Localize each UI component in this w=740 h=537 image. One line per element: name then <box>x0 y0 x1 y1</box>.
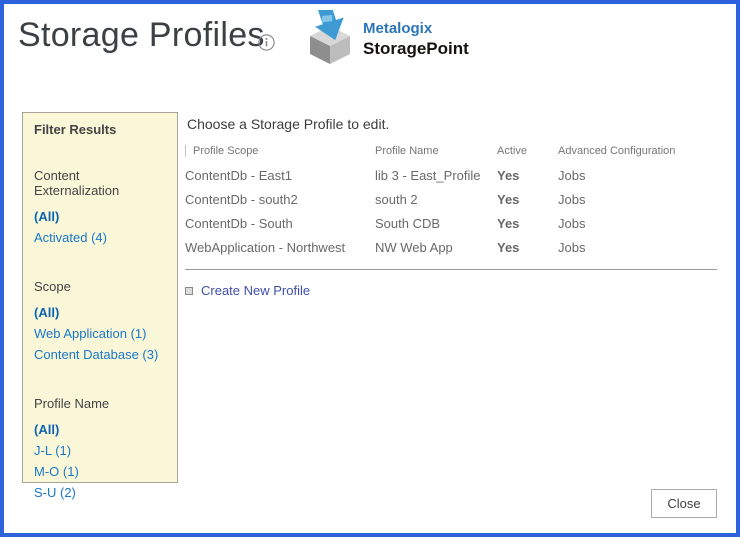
page-title: Storage Profiles <box>18 16 265 55</box>
column-header-profile-name: Profile Name <box>375 143 497 164</box>
filter-item-content-database[interactable]: Content Database (3) <box>34 344 166 365</box>
cell-profile-name[interactable]: South CDB <box>375 212 497 236</box>
cell-profile-scope[interactable]: WebApplication - Northwest <box>185 236 375 260</box>
filter-item-all[interactable]: (All) <box>34 302 166 323</box>
column-header-profile-scope: Profile Scope <box>185 143 375 164</box>
table-row[interactable]: ContentDb - south2 south 2 Yes Jobs <box>185 188 717 212</box>
cell-active: Yes <box>497 188 558 212</box>
instruction-text: Choose a Storage Profile to edit. <box>187 116 717 132</box>
info-icon[interactable] <box>258 34 275 51</box>
filter-item-web-application[interactable]: Web Application (1) <box>34 323 166 344</box>
storagepoint-logo: Metalogix StoragePoint <box>306 10 469 69</box>
filter-item-activated[interactable]: Activated (4) <box>34 227 166 248</box>
table-bottom-rule <box>185 269 717 270</box>
brand-name: Metalogix <box>363 20 469 39</box>
brand-product: StoragePoint <box>363 38 469 59</box>
cell-advanced-configuration[interactable]: Jobs <box>558 212 717 236</box>
cell-advanced-configuration[interactable]: Jobs <box>558 188 717 212</box>
cell-active: Yes <box>497 212 558 236</box>
profiles-main: Choose a Storage Profile to edit. Profil… <box>185 114 717 298</box>
cell-active: Yes <box>497 236 558 260</box>
cell-profile-name[interactable]: NW Web App <box>375 236 497 260</box>
filter-item-all[interactable]: (All) <box>34 419 166 440</box>
filter-item-j-l[interactable]: J-L (1) <box>34 440 166 461</box>
create-new-profile-label: Create New Profile <box>201 283 310 298</box>
filter-results-panel: Filter Results Content Externalization (… <box>22 112 178 483</box>
cell-active: Yes <box>497 164 558 188</box>
storage-profiles-dialog: Storage Profiles Metalogix <box>0 0 740 537</box>
close-button[interactable]: Close <box>651 489 717 518</box>
filter-item-s-u[interactable]: S-U (2) <box>34 482 166 503</box>
cell-advanced-configuration[interactable]: Jobs <box>558 164 717 188</box>
filter-item-all[interactable]: (All) <box>34 206 166 227</box>
table-row[interactable]: ContentDb - South South CDB Yes Jobs <box>185 212 717 236</box>
column-header-advanced-configuration: Advanced Configuration <box>558 143 717 164</box>
table-header-row: Profile Scope Profile Name Active Advanc… <box>185 143 717 164</box>
profiles-table: Profile Scope Profile Name Active Advanc… <box>185 143 717 260</box>
cell-profile-name[interactable]: south 2 <box>375 188 497 212</box>
filter-group-profile-name: Profile Name (All) J-L (1) M-O (1) S-U (… <box>34 396 166 503</box>
filter-group-content-externalization: Content Externalization (All) Activated … <box>34 168 166 248</box>
cell-profile-name[interactable]: lib 3 - East_Profile <box>375 164 497 188</box>
filter-heading: Content Externalization <box>34 168 166 198</box>
table-row[interactable]: ContentDb - East1 lib 3 - East_Profile Y… <box>185 164 717 188</box>
create-new-profile-link[interactable]: Create New Profile <box>185 283 310 298</box>
new-item-icon <box>185 287 193 295</box>
column-header-active: Active <box>497 143 558 164</box>
filter-heading: Scope <box>34 279 166 294</box>
cell-advanced-configuration[interactable]: Jobs <box>558 236 717 260</box>
table-row[interactable]: WebApplication - Northwest NW Web App Ye… <box>185 236 717 260</box>
cell-profile-scope[interactable]: ContentDb - south2 <box>185 188 375 212</box>
filter-heading: Profile Name <box>34 396 166 411</box>
filter-item-m-o[interactable]: M-O (1) <box>34 461 166 482</box>
cell-profile-scope[interactable]: ContentDb - South <box>185 212 375 236</box>
filter-group-scope: Scope (All) Web Application (1) Content … <box>34 279 166 365</box>
cell-profile-scope[interactable]: ContentDb - East1 <box>185 164 375 188</box>
storagepoint-box-icon <box>306 10 354 69</box>
filter-results-title: Filter Results <box>34 122 166 137</box>
